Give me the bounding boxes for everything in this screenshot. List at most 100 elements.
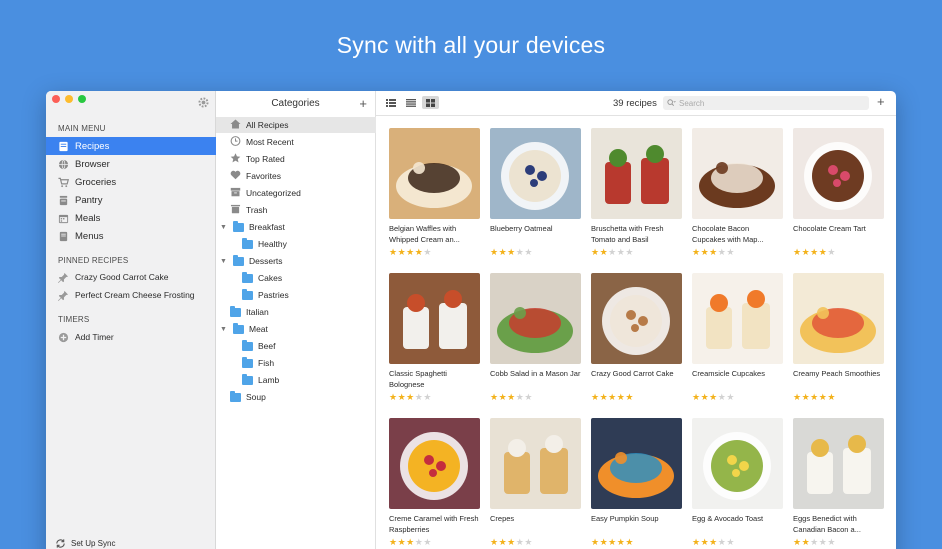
sidebar-item-pantry[interactable]: Pantry	[46, 191, 216, 209]
recipe-card[interactable]: Egg & Avocado Toast ★★★★★	[692, 418, 783, 547]
category-item-trash[interactable]: Trash	[230, 202, 267, 218]
gear-icon[interactable]	[197, 96, 210, 109]
recipe-photo[interactable]	[793, 273, 884, 364]
category-item-soup[interactable]: Soup	[230, 389, 266, 405]
pinned-item-cream-cheese-frosting[interactable]: Perfect Cream Cheese Frosting	[46, 286, 216, 304]
recipe-card[interactable]: Creamy Peach Smoothies ★★★★★	[793, 273, 884, 402]
search-input[interactable]: Search	[679, 99, 704, 108]
recipe-photo[interactable]	[692, 273, 783, 364]
star-rating: ★★★★★	[591, 537, 634, 547]
category-item-meat[interactable]: ▼ Meat	[220, 321, 268, 337]
recipe-card[interactable]: Crazy Good Carrot Cake ★★★★★	[591, 273, 682, 402]
folder-icon	[233, 254, 244, 266]
recipe-photo[interactable]	[692, 128, 783, 219]
sidebar-item-meals[interactable]: Meals	[46, 209, 216, 227]
pinned-item-carrot-cake[interactable]: Crazy Good Carrot Cake	[46, 268, 216, 286]
disclosure-triangle-icon[interactable]: ▼	[220, 224, 228, 231]
grid-view-button[interactable]	[422, 96, 439, 109]
recipe-card[interactable]: Creme Caramel with Fresh Raspberries ★★★★…	[389, 418, 480, 547]
category-item-fish[interactable]: Fish	[242, 355, 274, 371]
sidebar-item-menus[interactable]: Menus	[46, 227, 216, 245]
recipe-card[interactable]: Crepes ★★★★★	[490, 418, 581, 547]
minimize-window-button[interactable]	[65, 95, 73, 103]
disclosure-triangle-icon[interactable]: ▼	[220, 258, 228, 265]
heart-icon	[230, 170, 241, 182]
recipe-photo[interactable]	[692, 418, 783, 509]
recipe-card[interactable]: Blueberry Oatmeal ★★★★★	[490, 128, 581, 257]
recipe-card[interactable]: Chocolate Cream Tart ★★★★★	[793, 128, 884, 257]
star-rating: ★★★★★	[490, 392, 533, 402]
recipe-card[interactable]: Creamsicle Cupcakes ★★★★★	[692, 273, 783, 402]
recipe-title: Belgian Waffles with Whipped Cream an...	[389, 224, 460, 244]
sidebar-item-label: Recipes	[75, 140, 110, 152]
category-item-uncategorized[interactable]: Uncategorized	[230, 185, 301, 201]
headline: Sync with all your devices	[336, 32, 606, 58]
category-item-all-recipes[interactable]: All Recipes	[216, 117, 376, 133]
category-item-pastries[interactable]: Pastries	[242, 287, 289, 303]
search-icon	[667, 99, 676, 107]
recipe-card[interactable]: Bruschetta with Fresh Tomato and Basil ★★…	[591, 128, 682, 257]
list-view-icon	[385, 98, 396, 107]
add-recipe-button[interactable]: +	[877, 94, 885, 109]
search-field[interactable]: Search	[663, 96, 869, 110]
timers-header: TIMERS	[58, 315, 90, 324]
category-item-cakes[interactable]: Cakes	[242, 270, 282, 286]
category-item-most-recent[interactable]: Most Recent	[230, 134, 294, 150]
set-up-sync-button[interactable]: Set Up Sync	[55, 538, 115, 549]
star-rating: ★★★★★	[591, 392, 634, 402]
pinned-item-label: Perfect Cream Cheese Frosting	[75, 290, 195, 300]
star-rating: ★★★★★	[490, 247, 533, 257]
toolbar: 39 recipes Search +	[376, 91, 896, 116]
recipe-card[interactable]: Chocolate Bacon Cupcakes with Map... ★★★★…	[692, 128, 783, 257]
window-controls	[52, 95, 86, 103]
star-rating: ★★★★★	[490, 537, 533, 547]
category-item-breakfast[interactable]: ▼ Breakfast	[220, 219, 285, 235]
folder-icon	[242, 339, 253, 351]
recipe-photo[interactable]	[490, 273, 581, 364]
list-view-button[interactable]	[382, 96, 399, 109]
recipes-icon	[59, 141, 68, 151]
add-category-button[interactable]: +	[359, 96, 367, 111]
recipe-count: 39 recipes	[613, 98, 657, 109]
category-item-healthy[interactable]: Healthy	[242, 236, 287, 252]
pin-icon	[58, 290, 69, 301]
pinned-item-label: Crazy Good Carrot Cake	[75, 272, 169, 282]
recipe-photo[interactable]	[591, 418, 682, 509]
main-menu-header: MAIN MENU	[58, 124, 106, 133]
recipe-card[interactable]: Eggs Benedict with Canadian Bacon a... ★★…	[793, 418, 884, 547]
recipe-photo[interactable]	[389, 273, 480, 364]
recipe-card[interactable]: Classic Spaghetti Bolognese ★★★★★	[389, 273, 480, 402]
recipe-photo[interactable]	[793, 128, 884, 219]
close-window-button[interactable]	[52, 95, 60, 103]
recipe-title: Bruschetta with Fresh Tomato and Basil	[591, 224, 664, 244]
recipe-photo[interactable]	[591, 128, 682, 219]
zoom-window-button[interactable]	[78, 95, 86, 103]
disclosure-triangle-icon[interactable]: ▼	[220, 326, 228, 333]
sidebar-item-browser[interactable]: Browser	[46, 155, 216, 173]
recipe-photo[interactable]	[490, 128, 581, 219]
add-timer-label: Add Timer	[75, 332, 114, 342]
category-item-beef[interactable]: Beef	[242, 338, 276, 354]
recipe-title: Easy Pumpkin Soup	[591, 514, 659, 523]
recipe-photo[interactable]	[793, 418, 884, 509]
folder-icon	[242, 288, 253, 300]
folder-icon	[242, 271, 253, 283]
recipe-photo[interactable]	[591, 273, 682, 364]
recipe-card[interactable]: Easy Pumpkin Soup ★★★★★	[591, 418, 682, 547]
sidebar-item-label: Groceries	[75, 176, 117, 188]
category-item-top-rated[interactable]: Top Rated	[230, 151, 285, 167]
detail-view-button[interactable]	[402, 96, 419, 109]
add-timer-button[interactable]: Add Timer	[46, 328, 216, 346]
category-item-favorites[interactable]: Favorites	[230, 168, 281, 184]
recipe-photo[interactable]	[490, 418, 581, 509]
category-item-desserts[interactable]: ▼ Desserts	[220, 253, 283, 269]
recipe-photo[interactable]	[389, 418, 480, 509]
recipe-card[interactable]: Belgian Waffles with Whipped Cream an...…	[389, 128, 480, 257]
sidebar-item-recipes[interactable]: Recipes	[46, 137, 216, 155]
category-item-italian[interactable]: Italian	[230, 304, 269, 320]
category-label: Lamb	[258, 375, 280, 385]
sidebar-item-groceries[interactable]: Groceries	[46, 173, 216, 191]
category-item-lamb[interactable]: Lamb	[242, 372, 279, 388]
recipe-card[interactable]: Cobb Salad in a Mason Jar ★★★★★	[490, 273, 581, 402]
recipe-photo[interactable]	[389, 128, 480, 219]
